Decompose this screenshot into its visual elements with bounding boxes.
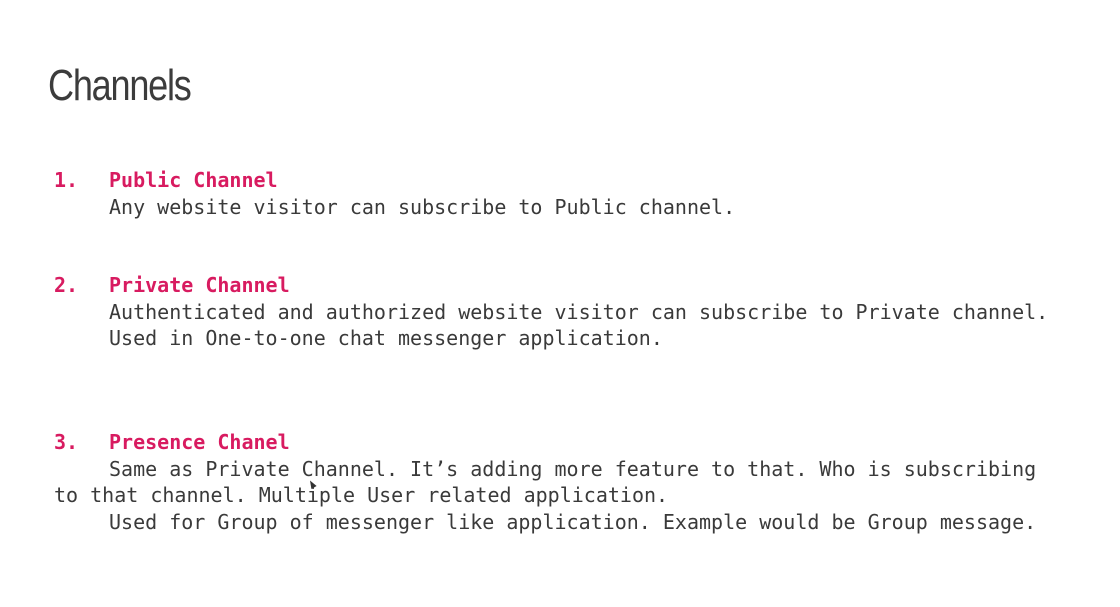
item-usage: Used for Group of messenger like applica… (109, 509, 1037, 534)
item-description: Any website visitor can subscribe to Pub… (109, 194, 736, 219)
item-description: Same as Private Channel. It’s adding mor… (54, 456, 1037, 508)
list-item-private-channel: 2. Private Channel Authenticated and aut… (54, 272, 1064, 352)
item-heading-row: 2. Private Channel (54, 272, 1064, 299)
item-title: Private Channel (109, 273, 290, 297)
list-item-presence-channel: 3. Presence Chanel Same as Private Chann… (54, 429, 1064, 535)
item-description: Authenticated and authorized website vis… (109, 299, 1049, 324)
item-number: 3. (54, 430, 79, 454)
item-title: Public Channel (109, 168, 278, 192)
item-usage: Used in One-to-one chat messenger applic… (109, 326, 663, 350)
item-heading-row: 1. Public Channel (54, 167, 1064, 194)
item-number: 2. (54, 273, 79, 297)
item-title: Presence Chanel (109, 430, 290, 454)
list-item-public-channel: 1. Public Channel Any website visitor ca… (54, 167, 1064, 220)
slide-title: Channels (48, 61, 192, 110)
item-heading-row: 3. Presence Chanel (54, 429, 1064, 456)
item-number: 1. (54, 168, 79, 192)
